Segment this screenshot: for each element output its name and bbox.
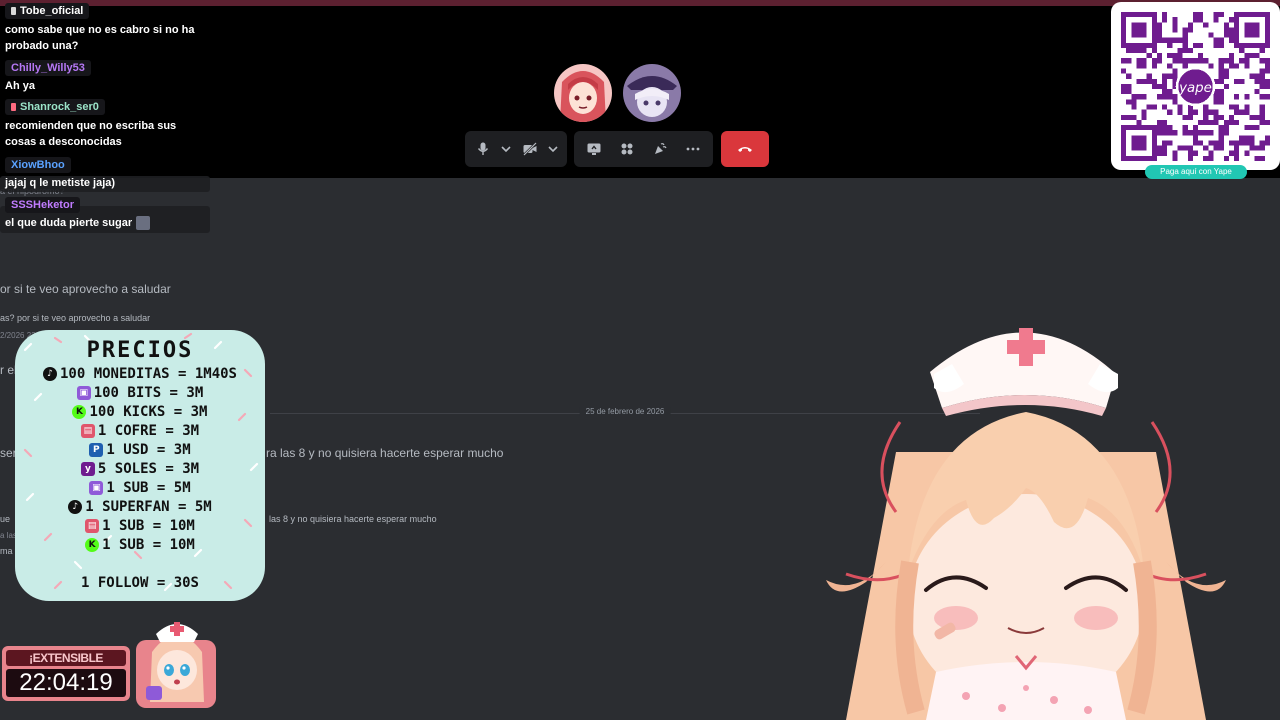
price-row: ▣ 100 BITS = 3M [15, 385, 265, 401]
price-row: ♪ 100 MONEDITAS = 1M40S [15, 366, 265, 382]
chat-message: SSSHeketor el que duda pierte sugar [0, 195, 210, 231]
microphone-icon[interactable] [471, 135, 494, 163]
date-divider-label: 25 de febrero de 2026 [579, 407, 671, 416]
price-row-text: 1 COFRE = 3M [97, 423, 200, 439]
price-row: ▤ 1 COFRE = 3M [15, 423, 265, 439]
tiktok-icon: ♪ [42, 367, 57, 381]
qr-code-image: yape [1121, 12, 1270, 161]
price-row-text: 1 FOLLOW = 30S [80, 575, 199, 591]
price-row: ▣ 1 SUB = 5M [15, 480, 265, 496]
paypal-icon: P [89, 443, 104, 457]
yape-icon: y [80, 462, 95, 476]
price-row-text: 1 SUB = 5M [106, 480, 191, 496]
price-row: K1 SUB = 10M [15, 537, 265, 553]
chat-text-row: el que duda pierte sugar [5, 215, 205, 231]
price-row: y5 SOLES = 3M [15, 461, 265, 477]
price-row: ♪ 1 SUPERFAN = 5M [15, 499, 265, 515]
chat-message: XiowBhoo jajaj q le metiste jaja) [0, 155, 210, 191]
price-row-text: 100 MONEDITAS = 1M40S [59, 366, 237, 382]
price-row-text: 5 SOLES = 3M [97, 461, 200, 477]
chevron-down-icon[interactable] [545, 135, 561, 163]
price-row-text: 1 USD = 3M [106, 442, 191, 458]
activities-icon[interactable] [613, 135, 641, 163]
chat-text: el que duda pierte sugar [5, 217, 133, 229]
price-row-text: 1 SUB = 10M [102, 537, 195, 553]
kick-icon: K [72, 405, 87, 419]
chat-message: Tobe_oficial como sabe que no es cabro s… [0, 2, 210, 54]
camera-off-icon[interactable] [518, 135, 541, 163]
chat-username-badge: Shanrock_ser0 [5, 99, 105, 115]
participant-avatar[interactable] [623, 64, 681, 122]
price-row: K 100 KICKS = 3M [15, 404, 265, 420]
chest-icon: ▤ [80, 424, 95, 438]
chat-message: Shanrock_ser0 recomienden que no escriba… [0, 98, 210, 150]
chat-username-badge: Chilly_Willy53 [5, 60, 91, 76]
chevron-down-icon[interactable] [498, 135, 514, 163]
chat-username-badge: XiowBhoo [5, 157, 71, 173]
price-row-text: 1 SUB = 10M [102, 518, 195, 534]
background-message: ue [0, 514, 11, 524]
background-message: or si te veo aprovecho a saludar [0, 282, 171, 296]
price-row: P1 USD = 3M [15, 442, 265, 458]
screen-share-icon[interactable] [580, 135, 608, 163]
leave-call-button[interactable] [721, 131, 769, 167]
price-row-text: 1 SUPERFAN = 5M [85, 499, 212, 515]
chibi-mascot-image [136, 622, 216, 708]
timer-value: 22:04:19 [6, 669, 126, 697]
chat-text: recomienden que no escriba sus cosas a d… [5, 120, 177, 148]
price-row: ▤ 1 SUB = 10M [15, 518, 265, 534]
hang-up-icon [738, 147, 752, 152]
tiktok-icon: ♪ [68, 500, 83, 514]
chat-username: SSSHeketor [11, 199, 74, 211]
participant-avatar[interactable] [554, 64, 612, 122]
chat-text: Ah ya [5, 80, 35, 92]
chest-icon: ▤ [85, 519, 100, 533]
user-badge-icon [11, 7, 16, 15]
timer-label: ¡EXTENSIBLE [6, 650, 126, 666]
twitch-icon: ▣ [89, 481, 104, 495]
voice-controls [465, 131, 567, 167]
chat-username-badge: Tobe_oficial [5, 3, 90, 19]
chat-username: Shanrock_ser0 [20, 101, 99, 113]
chat-username: XiowBhoo [11, 159, 65, 171]
subathon-timer: ¡EXTENSIBLE 22:04:19 [2, 646, 130, 701]
kick-icon: K [85, 538, 100, 552]
yape-logo-text: yape [1178, 81, 1212, 96]
price-row-text: 100 KICKS = 3M [89, 404, 208, 420]
chat-username-badge: SSSHeketor [5, 197, 80, 213]
user-badge-icon [11, 103, 16, 111]
qr-caption: Paga aquí con Yape [1145, 165, 1247, 179]
emote-icon [136, 216, 151, 230]
price-row-text: 100 BITS = 3M [93, 385, 204, 401]
background-message: ra las 8 y no quisiera hacerte esperar m… [266, 446, 504, 460]
yape-qr-code: yape [1111, 2, 1280, 170]
chat-username: Tobe_oficial [20, 5, 84, 17]
background-message: las 8 y no quisiera hacerte esperar much… [269, 514, 437, 524]
price-row: 1 FOLLOW = 30S [15, 575, 265, 591]
chat-text: jajaj q le metiste jaja) [5, 177, 116, 189]
vtuber-avatar [826, 328, 1226, 720]
soundboard-icon[interactable] [646, 135, 674, 163]
prices-card: PRECIOS ♪ 100 MONEDITAS = 1M40S ▣ 100 BITS … [15, 330, 265, 601]
more-icon[interactable] [679, 135, 707, 163]
chat-text: como sabe que no es cabro si no ha proba… [5, 24, 195, 52]
background-message: ma [0, 546, 13, 556]
background-message: as? por si te veo aprovecho a saludar [0, 313, 151, 323]
chat-message: Chilly_Willy53 Ah ya [0, 58, 210, 94]
call-tools [574, 131, 713, 167]
twitch-icon: ▣ [76, 386, 91, 400]
prices-title: PRECIOS [86, 338, 194, 363]
chat-username: Chilly_Willy53 [11, 62, 85, 74]
